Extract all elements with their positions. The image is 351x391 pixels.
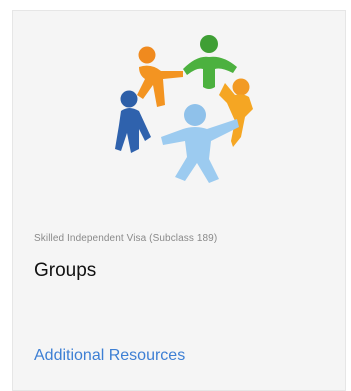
card-title: Groups — [34, 260, 97, 281]
orange-person-figure — [137, 46, 183, 107]
additional-resources-link[interactable]: Additional Resources — [34, 347, 185, 365]
people-circle-icon — [113, 25, 273, 185]
lightblue-person-figure — [161, 104, 239, 183]
groups-card[interactable]: Skilled Independent Visa (Subclass 189) … — [12, 10, 346, 391]
green-person-figure — [183, 35, 237, 89]
blue-person-figure — [115, 90, 151, 153]
visa-subclass-label: Skilled Independent Visa (Subclass 189) — [34, 233, 218, 244]
orange-person-figure-right — [219, 78, 253, 147]
